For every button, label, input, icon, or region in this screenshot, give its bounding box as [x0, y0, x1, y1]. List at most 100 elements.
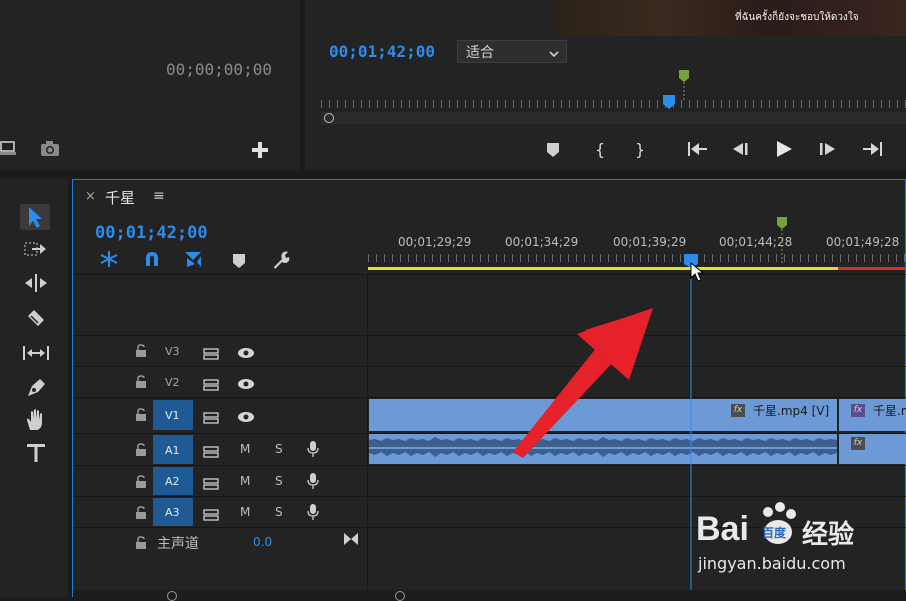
step-forward-icon[interactable]	[819, 141, 837, 161]
solo-button[interactable]: S	[275, 505, 283, 519]
track-select-forward-icon[interactable]	[24, 240, 48, 262]
go-to-out-icon[interactable]	[861, 141, 883, 161]
mark-in-icon[interactable]: {	[595, 140, 605, 159]
pen-tool-icon[interactable]	[24, 376, 48, 402]
mute-button[interactable]: M	[240, 474, 250, 488]
timeline-timecode[interactable]: 00;01;42;00	[95, 223, 208, 243]
track-label-a3[interactable]: A3	[165, 506, 180, 519]
program-zoom-scrollbar[interactable]	[321, 112, 906, 124]
program-playhead-icon[interactable]	[663, 94, 675, 109]
lock-icon[interactable]	[135, 474, 147, 493]
source-timecode[interactable]: 00;00;00;00	[166, 60, 272, 79]
clip-name: 千星.mp4	[873, 404, 906, 418]
annotation-arrow-icon	[505, 300, 665, 460]
scroll-handle-left[interactable]	[167, 591, 177, 601]
program-timecode[interactable]: 00;01;42;00	[329, 42, 435, 61]
sync-lock-icon[interactable]	[203, 475, 219, 494]
microphone-icon[interactable]	[307, 473, 319, 493]
wrench-settings-icon[interactable]	[271, 250, 291, 274]
solo-button[interactable]: S	[275, 442, 283, 456]
ruler-ticks	[368, 254, 906, 262]
type-tool-icon[interactable]	[24, 442, 48, 468]
program-monitor: ที่ฉันครั้งก็ยังจะชอบให้ดวงใจ 00;01;42;0…	[305, 0, 906, 170]
fx-badge: fx	[731, 404, 745, 417]
zoom-handle-icon[interactable]	[324, 113, 334, 123]
mute-button[interactable]: M	[240, 442, 250, 456]
ruler-label: 00;01;34;29	[505, 235, 579, 249]
tools-panel	[0, 178, 68, 597]
razor-tool-icon[interactable]	[24, 308, 48, 332]
lock-icon[interactable]	[135, 374, 147, 393]
timeline-close-button[interactable]: ×	[85, 189, 96, 204]
fx-badge: fx	[851, 437, 865, 450]
lock-icon[interactable]	[135, 505, 147, 524]
track-a1: A1 M S fx	[73, 433, 906, 465]
render-bar	[838, 267, 906, 270]
go-to-in-icon[interactable]	[687, 141, 709, 161]
export-frame-icon[interactable]	[0, 140, 18, 156]
camera-icon[interactable]	[40, 141, 62, 157]
sync-lock-icon[interactable]	[203, 409, 219, 428]
go-to-edit-icon[interactable]	[343, 531, 359, 550]
mouse-cursor-icon	[690, 261, 705, 286]
microphone-icon[interactable]	[307, 441, 319, 461]
ripple-edit-icon[interactable]	[24, 274, 48, 296]
add-marker-icon[interactable]	[547, 142, 559, 161]
sync-lock-icon[interactable]	[203, 506, 219, 525]
nest-sequence-icon[interactable]	[99, 250, 119, 272]
watermark-baidu: 百度	[762, 526, 787, 540]
mute-button[interactable]: M	[240, 505, 250, 519]
microphone-icon[interactable]	[307, 504, 319, 524]
source-monitor: 00;00;00;00	[0, 0, 300, 170]
selection-tool-icon[interactable]	[20, 204, 50, 230]
track-a2: A2 M S	[73, 465, 906, 496]
sync-lock-icon[interactable]	[203, 443, 219, 462]
hand-tool-icon[interactable]	[24, 408, 48, 436]
play-icon[interactable]	[775, 140, 793, 162]
track-label-v3[interactable]: V3	[165, 345, 180, 358]
master-volume-value[interactable]: 0.0	[253, 535, 272, 549]
track-v3: V3	[73, 335, 906, 366]
track-label-v1[interactable]: V1	[165, 409, 180, 422]
snap-magnet-icon[interactable]	[143, 250, 161, 272]
ruler-label: 00;01;49;28	[826, 235, 900, 249]
video-clip-2[interactable]: fx 千星.mp4	[839, 399, 906, 431]
lock-icon[interactable]	[135, 407, 147, 426]
add-button-icon[interactable]	[252, 142, 268, 158]
lock-icon[interactable]	[135, 442, 147, 461]
scroll-handle-right[interactable]	[395, 591, 405, 601]
program-marker-icon[interactable]	[679, 70, 689, 100]
linked-selection-icon[interactable]	[183, 250, 203, 272]
track-label-a2[interactable]: A2	[165, 475, 180, 488]
eye-icon[interactable]	[237, 408, 255, 427]
eye-icon[interactable]	[237, 375, 255, 394]
sequence-marker-icon[interactable]	[777, 217, 787, 269]
program-ruler[interactable]	[321, 100, 906, 108]
fit-dropdown[interactable]: 适合	[457, 40, 567, 63]
watermark-jingyan: 经验	[802, 520, 855, 550]
time-ruler[interactable]: 00;01;29;29 00;01;34;29 00;01;39;29 00;0…	[368, 217, 906, 274]
track-label-v2[interactable]: V2	[165, 376, 180, 389]
ruler-bottom-line	[73, 274, 906, 275]
lock-icon[interactable]	[135, 535, 147, 554]
eye-icon[interactable]	[237, 344, 255, 363]
watermark-url: jingyan.baidu.com	[698, 554, 846, 573]
track-v2: V2	[73, 366, 906, 397]
track-label-a1[interactable]: A1	[165, 444, 180, 457]
sync-lock-icon[interactable]	[203, 345, 219, 364]
lock-icon[interactable]	[135, 343, 147, 362]
ruler-label: 00;01;29;29	[398, 235, 472, 249]
track-v1: V1 fx 千星.mp4 [V] fx 千星.mp4	[73, 397, 906, 433]
mark-out-icon[interactable]: }	[635, 140, 645, 159]
add-marker-timeline-icon[interactable]	[233, 253, 245, 272]
sync-lock-icon[interactable]	[203, 376, 219, 395]
step-back-icon[interactable]	[731, 141, 749, 161]
slip-tool-icon[interactable]	[22, 344, 50, 366]
solo-button[interactable]: S	[275, 474, 283, 488]
chevron-down-icon	[548, 45, 560, 64]
sequence-tab-title[interactable]: 千星	[105, 187, 135, 208]
panel-menu-icon[interactable]: ≡	[153, 188, 165, 204]
work-area-bar[interactable]	[368, 267, 838, 270]
audio-clip-2[interactable]: fx	[839, 434, 906, 464]
video-subtitle: ที่ฉันครั้งก็ยังจะชอบให้ดวงใจ	[735, 12, 859, 23]
